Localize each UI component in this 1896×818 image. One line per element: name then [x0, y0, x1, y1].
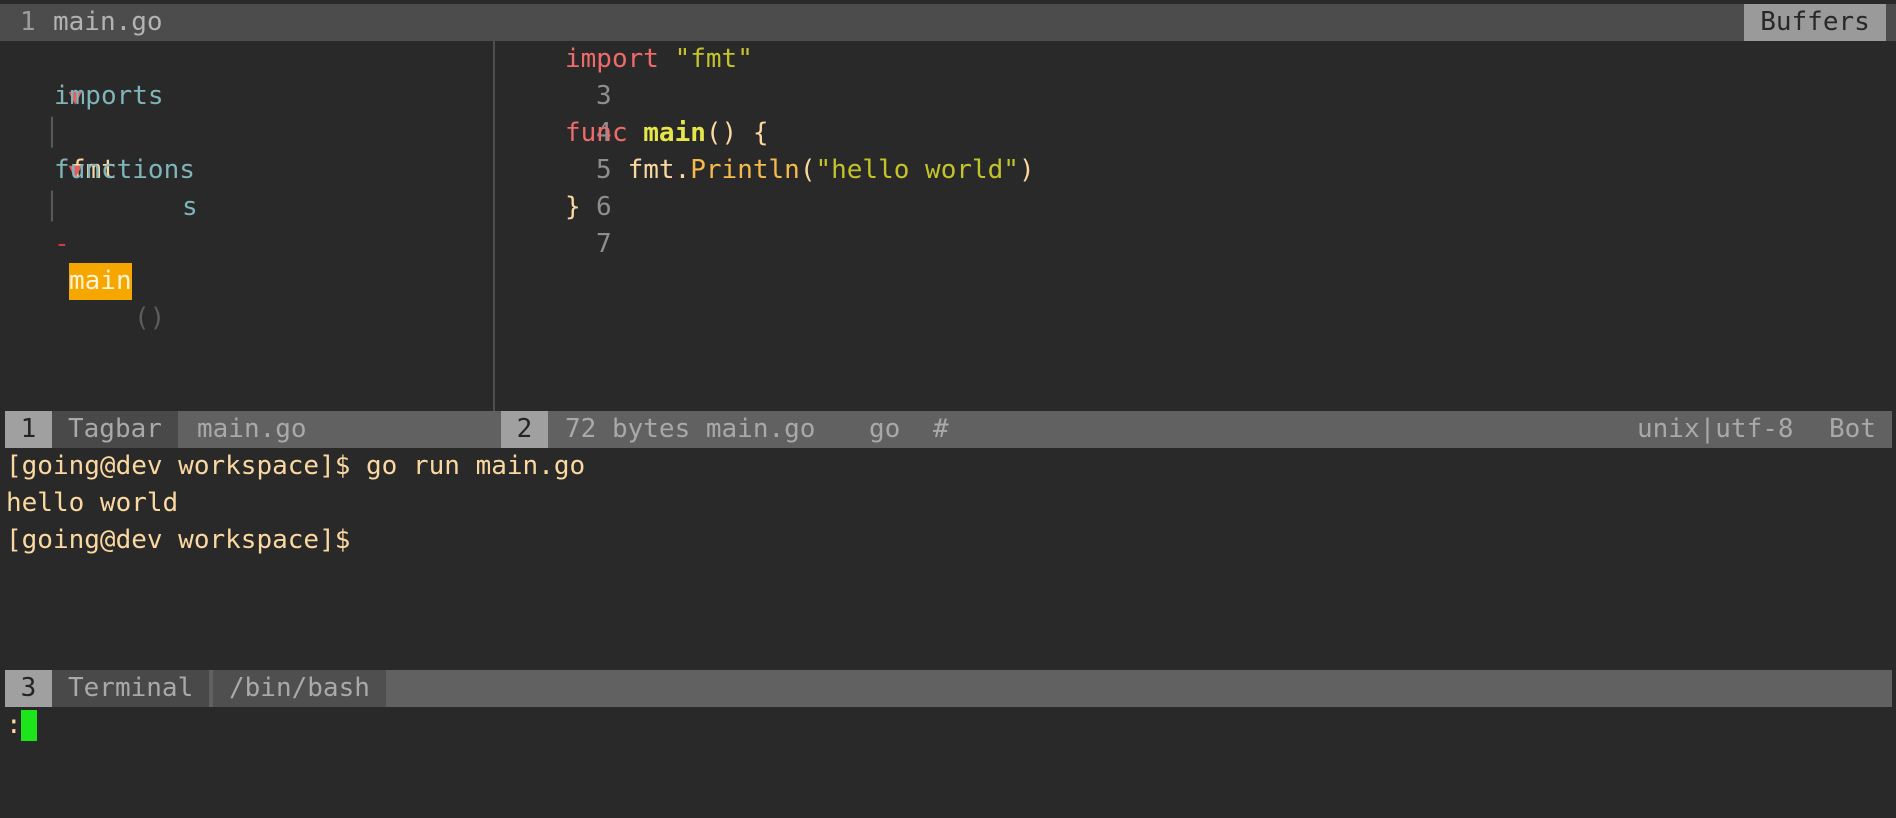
punctuation-token: } — [565, 192, 581, 222]
punctuation-token: () { — [705, 118, 769, 148]
tag-item-fmt[interactable]: │ fmt s — [0, 78, 198, 222]
code-editor-pane[interactable]: 3 import "fmt" 4 5 func main() { 6 fmt.P… — [495, 41, 1896, 411]
string-token: "hello world" — [815, 155, 1019, 185]
window-number: 1 — [5, 411, 52, 448]
code-line: 7 } — [495, 189, 1896, 259]
code-line: 6 fmt.Println("hello world") — [495, 152, 1896, 222]
tag-name-selected[interactable]: main — [69, 263, 132, 300]
code-line: 3 import "fmt" — [495, 41, 1896, 111]
tag-item-main[interactable]: │ - main () — [0, 152, 165, 333]
tag-group-functions[interactable]: ▼ functions — [6, 115, 195, 185]
tag-visibility-minus: - — [54, 229, 70, 259]
tagbar-statusline: 1 Tagbar main.go — [5, 411, 501, 448]
string-token: "fmt" — [674, 44, 753, 74]
buffers-label[interactable]: Buffers — [1744, 4, 1886, 41]
tag-group-imports[interactable]: ▼ imports — [6, 41, 164, 111]
tab-number[interactable]: 1 — [20, 4, 36, 41]
statusline-file-info: 72 bytes main.go — [565, 414, 816, 444]
tagbar-pane: ▼ imports │ fmt s ▼ functions │ - main () — [0, 41, 493, 411]
statusline-mode: Tagbar — [52, 411, 178, 448]
terminal-line: [going@dev workspace]$ go run main.go — [6, 451, 586, 481]
call-token: Println — [690, 155, 800, 185]
punctuation-token: ) — [1018, 155, 1035, 185]
command-prompt: : — [6, 710, 22, 740]
terminal-statusline: 3 Terminal /bin/bash — [5, 670, 1892, 707]
window-number: 3 — [5, 670, 52, 707]
code-line: 4 — [495, 78, 1896, 148]
statusline-file: main.go — [197, 414, 307, 444]
line-number: 7 — [595, 229, 612, 259]
statusline-modified: # — [933, 414, 949, 444]
tab-file-name[interactable]: main.go — [53, 4, 163, 41]
statusline-shell: /bin/bash — [213, 670, 386, 707]
tag-kind-label: imports — [54, 81, 164, 111]
keyword-token: import — [565, 44, 659, 74]
editor-statusline: 2 72 bytes main.go go # unix|utf-8 Bot — [501, 411, 1892, 448]
statusline-mode: Terminal — [52, 670, 210, 707]
punctuation-token: ( — [799, 155, 816, 185]
terminal-prompt[interactable]: [going@dev workspace]$ — [6, 522, 350, 559]
tag-type: s — [182, 192, 198, 222]
terminal-line: hello world — [6, 488, 179, 518]
function-name-token: main — [643, 118, 706, 148]
tag-signature: () — [134, 303, 166, 333]
cursor-block — [21, 710, 37, 741]
tag-kind-label: functions — [54, 155, 195, 185]
statusline-filetype: go — [869, 414, 901, 444]
terminal-pane[interactable]: [going@dev workspace]$ go run main.go he… — [0, 448, 1896, 670]
statusline-position: Bot — [1829, 414, 1876, 444]
code-line: 5 func main() { — [495, 115, 1896, 185]
window-number: 2 — [501, 411, 548, 448]
tabline: 1 main.go Buffers — [0, 4, 1896, 41]
tree-guide: │ — [44, 192, 60, 222]
statusline-encoding: unix|utf-8 — [1637, 414, 1794, 444]
identifier-token: fmt. — [565, 155, 691, 185]
keyword-token: func — [565, 118, 628, 148]
command-line[interactable]: : — [0, 707, 1896, 744]
